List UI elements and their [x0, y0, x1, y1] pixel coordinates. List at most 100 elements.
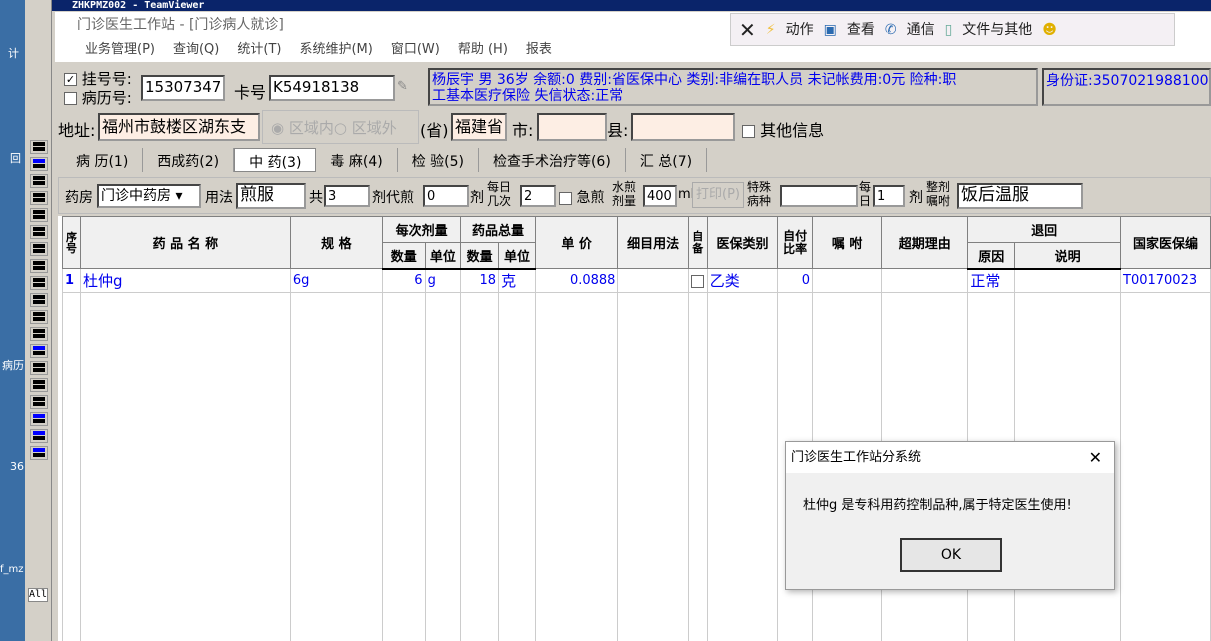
out-area-radio[interactable]: 区域外 — [352, 119, 397, 137]
col-per-dose[interactable]: 每次剂量 — [381, 216, 462, 243]
col-code[interactable]: 国家医保编 — [1120, 216, 1211, 269]
close-icon[interactable]: ✕ — [1089, 442, 1102, 473]
col-price[interactable]: 单 价 — [534, 216, 619, 269]
cell-reason[interactable]: 正常 — [967, 268, 1016, 293]
col-total[interactable]: 药品总量 — [460, 216, 536, 243]
menu-system[interactable]: 系统维护(M) — [299, 42, 372, 57]
col-insurance[interactable]: 医保类别 — [706, 216, 779, 269]
cell-advice[interactable] — [811, 268, 883, 293]
cell-ratio[interactable]: 0 — [777, 268, 813, 293]
tab-chinese[interactable]: 中 药(3) — [234, 148, 317, 172]
tab-exam[interactable]: 检查手术治疗等(6) — [479, 148, 626, 172]
close-icon[interactable]: ✕ — [739, 14, 756, 45]
record-checkbox[interactable]: 病历号: — [64, 87, 132, 108]
address-input[interactable]: 福州市鼓楼区湖东支 — [98, 113, 260, 141]
cell-insurance[interactable]: 乙类 — [706, 268, 779, 293]
col-self[interactable]: 自备 — [687, 216, 708, 269]
col-name[interactable]: 药 品 名 称 — [79, 216, 291, 269]
menu-business[interactable]: 业务管理(P) — [85, 42, 155, 57]
advice-input[interactable]: 饭后温服 — [957, 183, 1083, 209]
col-advice[interactable]: 嘱 咐 — [811, 216, 883, 269]
filter-all[interactable]: All — [28, 588, 48, 602]
taskbar-window-button[interactable] — [30, 412, 48, 426]
taskbar-window-button[interactable] — [30, 361, 48, 375]
in-area-radio[interactable]: 区域内 — [289, 119, 334, 137]
taskbar-window-button[interactable] — [30, 225, 48, 239]
taskbar-window-button[interactable] — [30, 174, 48, 188]
taskbar-window-button[interactable] — [30, 140, 48, 154]
county-input[interactable] — [631, 113, 735, 141]
taskbar-window-button[interactable] — [30, 259, 48, 273]
col-overdue[interactable]: 超期理由 — [881, 216, 969, 269]
taskbar-window-button[interactable] — [30, 327, 48, 341]
tab-record[interactable]: 病 历(1) — [62, 148, 144, 172]
disease-select[interactable] — [780, 185, 858, 207]
pharmacy-select[interactable]: 门诊中药房 ▾ — [97, 184, 201, 208]
cell-detail[interactable] — [617, 268, 689, 293]
usage-input[interactable]: 煎服 — [236, 183, 306, 209]
col-qty[interactable]: 数量 — [381, 242, 426, 270]
menu-window[interactable]: 窗口(W) — [391, 42, 440, 57]
view-menu[interactable]: 查看 — [847, 14, 875, 45]
smiley-icon[interactable]: ☻ — [1042, 14, 1057, 45]
menu-help[interactable]: 帮助 (H) — [458, 42, 508, 57]
tab-western[interactable]: 西成药(2) — [143, 148, 235, 172]
taskbar-window-button[interactable] — [30, 344, 48, 358]
taskbar-window-button[interactable] — [30, 446, 48, 460]
taskbar-window-button[interactable] — [30, 157, 48, 171]
cell-spec[interactable]: 6g — [289, 268, 383, 293]
water-input[interactable]: 400 — [643, 185, 677, 207]
col-ratio[interactable]: 自付比率 — [777, 216, 813, 269]
menu-query[interactable]: 查询(Q) — [173, 42, 219, 57]
cell-tunit[interactable]: 克 — [498, 268, 536, 293]
menu-report[interactable]: 报表 — [526, 42, 552, 57]
cell-price[interactable]: 0.0888 — [534, 268, 619, 293]
col-note[interactable]: 说明 — [1014, 242, 1122, 270]
cell-code[interactable]: T00170023 — [1120, 268, 1211, 293]
taskbar-window-button[interactable] — [30, 293, 48, 307]
daily-select[interactable]: 2 — [520, 185, 556, 207]
urgent-checkbox[interactable]: 急煎 — [559, 187, 604, 207]
col-tunit[interactable]: 单位 — [498, 242, 536, 270]
table-row[interactable]: 1 杜仲g 6g 6 g 18 克 0.0888 乙类 0 正常 T001700… — [62, 268, 1211, 293]
taskbar-window-button[interactable] — [30, 242, 48, 256]
ok-button[interactable]: OK — [900, 538, 1002, 572]
col-return[interactable]: 退回 — [967, 216, 1122, 243]
print-button[interactable]: 打印(P) — [692, 182, 744, 208]
other-info-checkbox[interactable]: 其他信息 — [742, 117, 824, 141]
decoct-stepper[interactable]: 0 — [423, 185, 469, 207]
col-reason[interactable]: 原因 — [967, 242, 1016, 270]
menu-stats[interactable]: 统计(T) — [237, 42, 281, 57]
province-input[interactable]: 福建省 — [451, 113, 507, 141]
comm-menu[interactable]: 通信 — [907, 14, 935, 45]
files-menu[interactable]: 文件与其他 — [962, 14, 1032, 45]
taskbar-window-button[interactable] — [30, 191, 48, 205]
cell-qty[interactable]: 6 — [381, 268, 426, 293]
col-tqty[interactable]: 数量 — [460, 242, 500, 270]
total-stepper[interactable]: 3 — [324, 185, 370, 207]
reg-checkbox[interactable]: ✓ 挂号号: — [64, 68, 132, 89]
col-detail[interactable]: 细目用法 — [617, 216, 689, 269]
card-no-input[interactable]: K54918138 — [269, 75, 395, 101]
col-unit[interactable]: 单位 — [424, 242, 462, 270]
taskbar-window-button[interactable] — [30, 276, 48, 290]
cell-note[interactable] — [1014, 268, 1122, 293]
cell-unit[interactable]: g — [424, 268, 462, 293]
city-input[interactable] — [537, 113, 607, 141]
taskbar-window-button[interactable] — [30, 429, 48, 443]
card-reader-icon[interactable]: ✎ — [397, 79, 408, 94]
cell-self[interactable] — [687, 268, 708, 293]
action-menu[interactable]: 动作 — [786, 14, 814, 45]
tab-summary[interactable]: 汇 总(7) — [626, 148, 708, 172]
taskbar-window-button[interactable] — [30, 378, 48, 392]
taskbar-window-button[interactable] — [30, 310, 48, 324]
taskbar-window-button[interactable] — [30, 395, 48, 409]
cell-name[interactable]: 杜仲g — [79, 268, 291, 293]
cell-overdue[interactable] — [881, 268, 969, 293]
col-seq[interactable]: 序号 — [62, 216, 81, 269]
reg-no-input[interactable]: 15307347 — [141, 75, 225, 101]
every-stepper[interactable]: 1 — [873, 185, 905, 207]
tab-lab[interactable]: 检 验(5) — [398, 148, 479, 172]
taskbar-window-button[interactable] — [30, 208, 48, 222]
col-spec[interactable]: 规 格 — [289, 216, 383, 269]
